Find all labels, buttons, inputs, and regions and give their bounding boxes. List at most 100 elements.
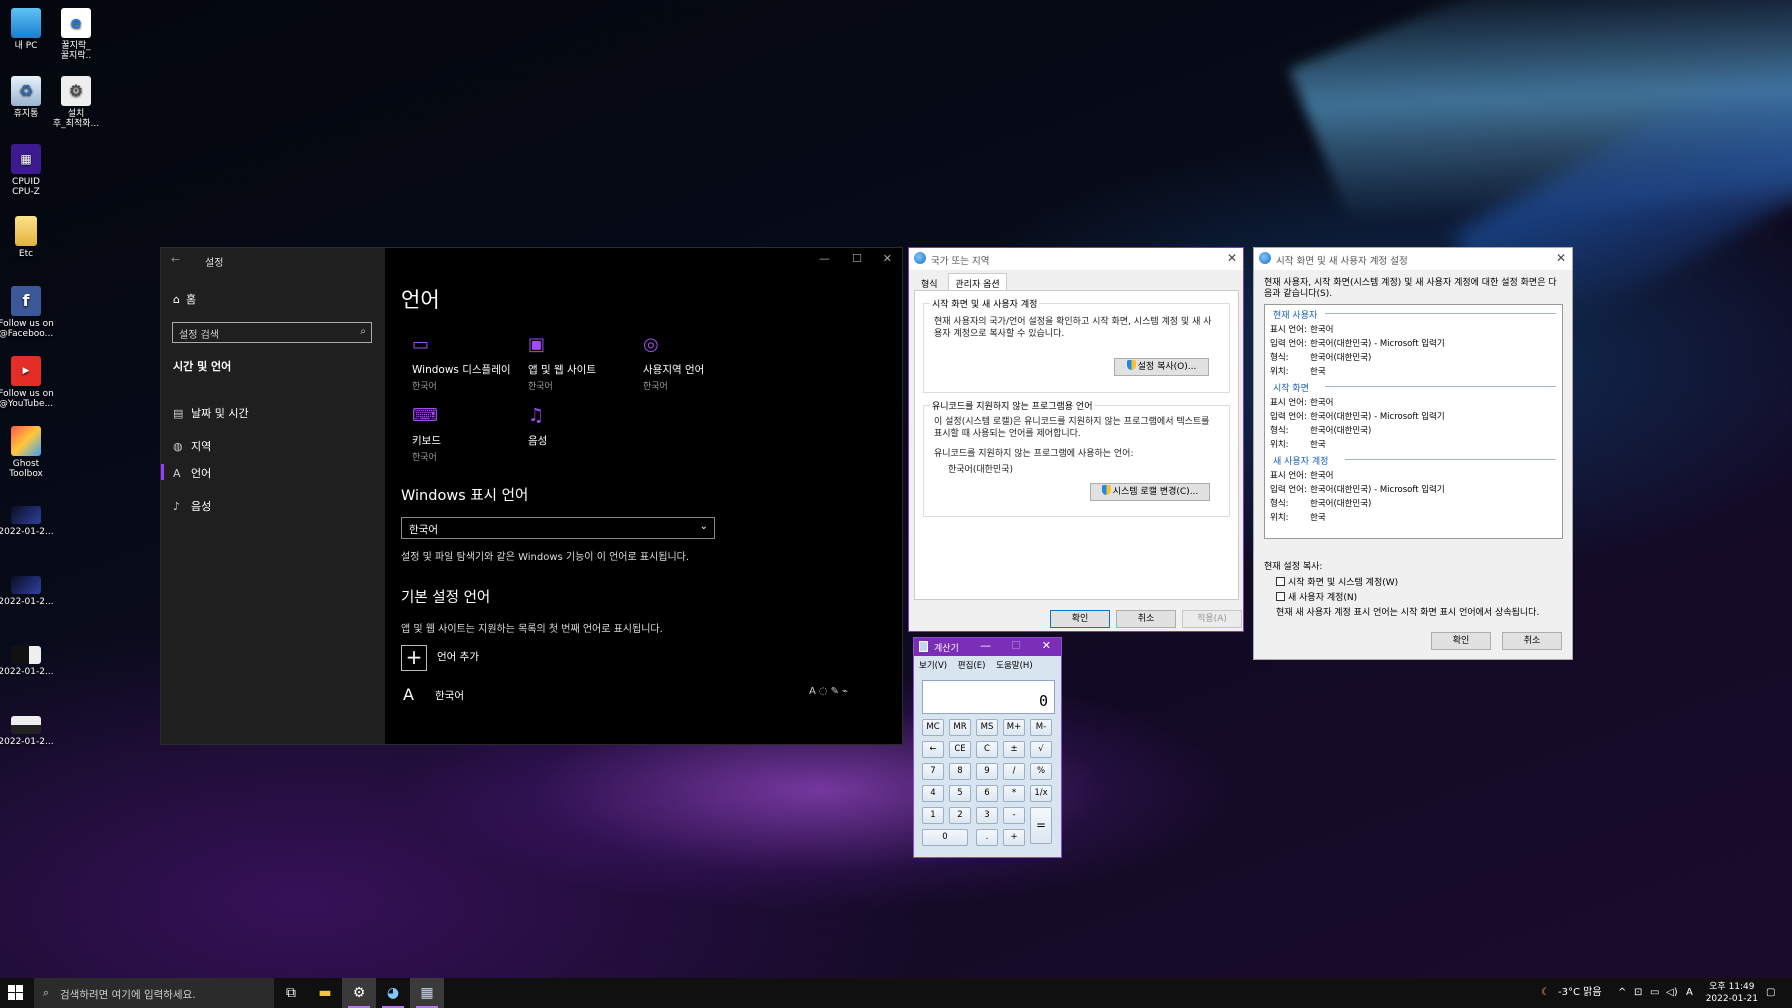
summary-row: 표시 언어: 한국어 bbox=[1270, 471, 1334, 481]
apply-button[interactable]: 적용(A) bbox=[1182, 610, 1242, 628]
key-reciprocal[interactable]: 1/x bbox=[1030, 785, 1052, 802]
keyboard-icon: ⌨ bbox=[412, 405, 438, 426]
display-language-dropdown[interactable]: 한국어 ⌄ bbox=[401, 517, 715, 539]
tile-keyboard[interactable]: ⌨ 키보드 한국어 bbox=[412, 405, 522, 463]
sidebar-item-region[interactable]: ◍ 지역 bbox=[173, 438, 211, 454]
desktop-icon-cpu-z[interactable]: ▦ CPUID CPU-Z bbox=[0, 144, 54, 197]
weather-text[interactable]: -3°C 맑음 bbox=[1558, 978, 1602, 1008]
network-icon[interactable]: ⊡ bbox=[1634, 978, 1642, 1008]
language-item-korean[interactable]: 한국어 bbox=[435, 688, 464, 703]
key-4[interactable]: 4 bbox=[922, 785, 944, 802]
microphone-icon: ♫ bbox=[528, 405, 545, 426]
weather-moon-icon[interactable]: ☾ bbox=[1541, 978, 1550, 1008]
key-0[interactable]: 0 bbox=[922, 829, 968, 846]
tile-regional-format[interactable]: ◎ 사용지역 언어 한국어 bbox=[643, 334, 753, 392]
key-mminus[interactable]: M- bbox=[1030, 719, 1052, 736]
copy-settings-button[interactable]: 설정 복사(O)... bbox=[1114, 358, 1209, 376]
key-8[interactable]: 8 bbox=[949, 763, 971, 780]
sidebar-item-date-time[interactable]: ▤ 날짜 및 시간 bbox=[173, 405, 249, 421]
key-2[interactable]: 2 bbox=[949, 807, 971, 824]
desktop-icon-screenshot-2[interactable]: 2022-01-2... bbox=[0, 576, 54, 607]
desktop-icon-etc-folder[interactable]: Etc bbox=[0, 216, 54, 259]
file-explorer-icon[interactable]: ▬ bbox=[308, 978, 342, 1008]
ime-indicator[interactable]: A bbox=[1686, 978, 1693, 1008]
desktop-icon-screenshot-4[interactable]: 2022-01-2... bbox=[0, 716, 54, 747]
notification-icon[interactable]: ▢ bbox=[1766, 978, 1775, 1008]
taskbar-clock[interactable]: 오후 11:49 2022-01-21 bbox=[1706, 981, 1758, 1005]
key-9[interactable]: 9 bbox=[976, 763, 998, 780]
close-icon[interactable]: ✕ bbox=[1556, 251, 1566, 265]
cancel-button[interactable]: 취소 bbox=[1502, 632, 1562, 650]
sidebar-item-language[interactable]: A 언어 bbox=[173, 465, 211, 481]
key-sqrt[interactable]: √ bbox=[1030, 741, 1052, 758]
desktop-icon-ghost-toolbox[interactable]: Ghost Toolbox bbox=[0, 426, 54, 479]
menu-view[interactable]: 보기(V) bbox=[919, 661, 947, 671]
key-ce[interactable]: CE bbox=[949, 741, 971, 758]
key-subtract[interactable]: - bbox=[1003, 807, 1025, 824]
key-percent[interactable]: % bbox=[1030, 763, 1052, 780]
close-icon[interactable]: ✕ bbox=[1227, 251, 1237, 265]
key-mc[interactable]: MC bbox=[922, 719, 944, 736]
sidebar-item-home[interactable]: ⌂ 홈 bbox=[173, 291, 196, 307]
maximize-icon[interactable]: ☐ bbox=[852, 252, 862, 265]
add-language-label[interactable]: 언어 추가 bbox=[437, 649, 479, 664]
menu-edit[interactable]: 편집(E) bbox=[958, 661, 986, 671]
key-3[interactable]: 3 bbox=[976, 807, 998, 824]
sidebar-item-speech[interactable]: ♪ 음성 bbox=[173, 498, 211, 514]
checkbox-welcome-system[interactable]: 시작 화면 및 시스템 계정(W) bbox=[1276, 575, 1398, 588]
desktop-icon-this-pc[interactable]: 내 PC bbox=[0, 8, 54, 51]
volume-icon[interactable]: ◁) bbox=[1666, 978, 1678, 1008]
key-multiply[interactable]: * bbox=[1003, 785, 1025, 802]
show-hidden-icons-chevron[interactable]: ^ bbox=[1618, 978, 1626, 1008]
key-add[interactable]: + bbox=[1003, 829, 1025, 846]
key-ms[interactable]: MS bbox=[976, 719, 998, 736]
uac-shield-icon bbox=[1101, 485, 1111, 495]
taskbar-control-panel-icon[interactable]: ◕ bbox=[376, 978, 410, 1008]
ok-button[interactable]: 확인 bbox=[1431, 632, 1491, 650]
taskbar-settings-icon[interactable]: ⚙ bbox=[342, 978, 376, 1008]
settings-search-input[interactable]: 설정 검색 ⌕ bbox=[172, 322, 372, 343]
desktop-icon-optimize[interactable]: ⚙ 설치 후_최적화... bbox=[48, 76, 104, 129]
key-equals[interactable]: = bbox=[1030, 807, 1052, 844]
change-system-locale-button[interactable]: 시스템 로캘 변경(C)... bbox=[1090, 483, 1210, 501]
tile-windows-display[interactable]: ▭ Windows 디스플레이 한국어 bbox=[412, 334, 522, 392]
globe-app-icon bbox=[1259, 252, 1271, 264]
desktop-icon-ie[interactable]: e 꿀지락_ 꿀지락.. bbox=[48, 8, 104, 61]
key-divide[interactable]: / bbox=[1003, 763, 1025, 780]
desktop-icon-recycle-bin[interactable]: ♻ 휴지통 bbox=[0, 76, 54, 119]
minimize-icon[interactable]: — bbox=[980, 639, 991, 652]
display-icon[interactable]: ▭ bbox=[1650, 978, 1659, 1008]
taskbar-calculator-icon[interactable]: ▦ bbox=[410, 978, 444, 1008]
key-6[interactable]: 6 bbox=[976, 785, 998, 802]
close-icon[interactable]: ✕ bbox=[883, 252, 892, 265]
key-7[interactable]: 7 bbox=[922, 763, 944, 780]
browser-window-icon: ▣ bbox=[528, 334, 546, 355]
key-negate[interactable]: ± bbox=[1003, 741, 1025, 758]
close-icon[interactable]: ✕ bbox=[1042, 639, 1051, 652]
key-mplus[interactable]: M+ bbox=[1003, 719, 1025, 736]
cancel-button[interactable]: 취소 bbox=[1116, 610, 1176, 628]
desktop-icon-facebook[interactable]: f Follow us on @Faceboo... bbox=[0, 286, 54, 339]
task-view-icon[interactable]: ⧉ bbox=[274, 978, 308, 1008]
back-arrow-icon[interactable]: ← bbox=[171, 253, 180, 266]
tile-apps-websites[interactable]: ▣ 앱 및 웹 사이트 한국어 bbox=[528, 334, 638, 392]
key-backspace[interactable]: ← bbox=[922, 741, 944, 758]
key-decimal[interactable]: . bbox=[976, 829, 998, 846]
windows-start-icon[interactable] bbox=[8, 985, 24, 1001]
tile-speech[interactable]: ♫ 음성 bbox=[528, 405, 638, 448]
ok-button[interactable]: 확인 bbox=[1050, 610, 1110, 628]
key-5[interactable]: 5 bbox=[949, 785, 971, 802]
minimize-icon[interactable]: — bbox=[819, 252, 830, 265]
key-mr[interactable]: MR bbox=[949, 719, 971, 736]
checkbox-new-users[interactable]: 새 사용자 계정(N) bbox=[1276, 590, 1357, 603]
facebook-icon: f bbox=[11, 286, 41, 316]
desktop-icon-screenshot-1[interactable]: 2022-01-2... bbox=[0, 506, 54, 537]
key-c[interactable]: C bbox=[976, 741, 998, 758]
desktop-icon-youtube[interactable]: ▶ Follow us on @YouTube... bbox=[0, 356, 54, 409]
key-1[interactable]: 1 bbox=[922, 807, 944, 824]
taskbar-search-input[interactable]: ⌕ 검색하려면 여기에 입력하세요. bbox=[34, 978, 274, 1008]
search-icon[interactable]: ⌕ bbox=[360, 326, 366, 337]
menu-help[interactable]: 도움말(H) bbox=[996, 661, 1032, 671]
desktop-icon-screenshot-3[interactable]: 2022-01-2... bbox=[0, 646, 54, 677]
add-language-button[interactable]: + bbox=[401, 645, 427, 671]
